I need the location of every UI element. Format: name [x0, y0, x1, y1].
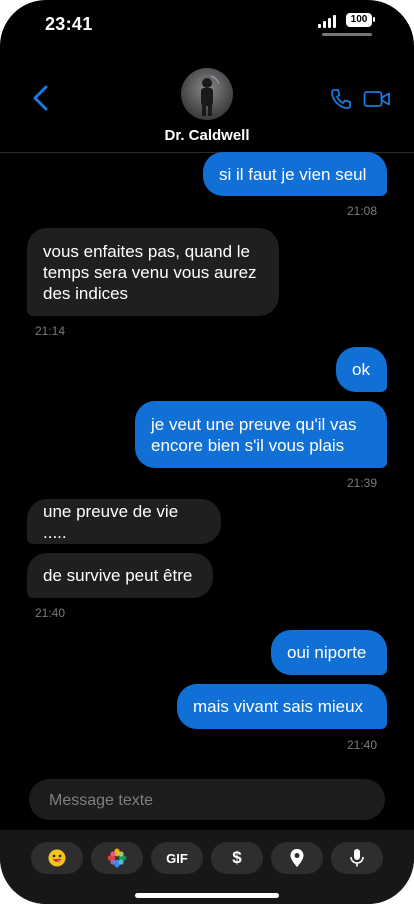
contact-name[interactable]: Dr. Caldwell: [0, 127, 414, 144]
message-input[interactable]: [47, 779, 371, 822]
status-time: 23:41: [45, 14, 93, 34]
back-chevron-icon[interactable]: [30, 84, 54, 112]
battery-icon: 100: [346, 13, 372, 27]
signal-icon: [318, 14, 342, 28]
message-bubble-outgoing[interactable]: si il faut je vien seul: [203, 152, 387, 196]
microphone-button[interactable]: [331, 842, 383, 874]
home-indicator[interactable]: [135, 893, 279, 898]
message-timestamp: 21:14: [35, 324, 66, 338]
message-bubble-outgoing[interactable]: ok: [336, 347, 387, 392]
location-pin-icon: [290, 849, 304, 867]
avatar-figure-icon: [201, 75, 220, 116]
emoji-icon: [48, 849, 66, 867]
battery-tip: [373, 17, 375, 22]
message-timestamp: 21:08: [347, 204, 378, 218]
status-indicator: [322, 33, 372, 36]
message-bubble-incoming[interactable]: de survive peut être: [27, 553, 213, 598]
phone-screen: 23:41 100 Dr. Caldwell si il faut je vie…: [0, 0, 414, 904]
message-timestamp: 21:39: [347, 476, 378, 490]
status-bar: 23:41 100: [0, 0, 414, 50]
emoji-button[interactable]: [31, 842, 83, 874]
dollar-button[interactable]: $: [211, 842, 263, 874]
location-button[interactable]: [271, 842, 323, 874]
microphone-icon: [350, 849, 364, 867]
photos-icon: [107, 848, 127, 868]
photos-button[interactable]: [91, 842, 143, 874]
message-bubble-outgoing[interactable]: je veut une preuve qu'il vas encore bien…: [135, 401, 387, 468]
message-timestamp: 21:40: [347, 738, 378, 752]
phone-call-icon[interactable]: [329, 87, 353, 111]
conversation-header: Dr. Caldwell: [0, 60, 414, 153]
message-bubble-incoming[interactable]: une preuve de vie .....: [27, 499, 221, 544]
message-composer[interactable]: [29, 779, 385, 822]
video-call-icon[interactable]: [363, 89, 391, 109]
message-bubble-outgoing[interactable]: oui niporte: [271, 630, 387, 675]
message-bubble-outgoing[interactable]: mais vivant sais mieux: [177, 684, 387, 729]
message-timestamp: 21:40: [35, 606, 66, 620]
message-bubble-incoming[interactable]: vous enfaites pas, quand le temps sera v…: [27, 228, 279, 316]
gif-button[interactable]: GIF: [151, 842, 203, 874]
contact-avatar[interactable]: [181, 68, 233, 120]
